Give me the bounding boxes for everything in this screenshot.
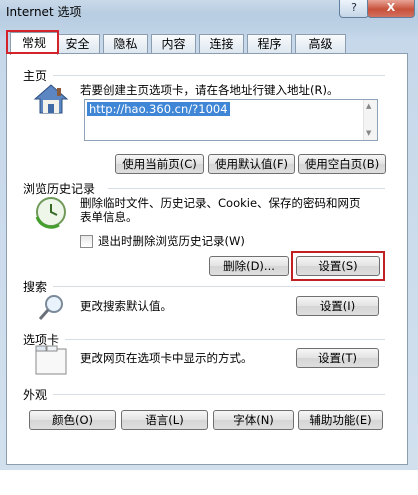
tab-connections[interactable]: 连接	[199, 34, 244, 53]
search-separator	[53, 286, 385, 287]
colors-button[interactable]: 颜色(O)	[29, 410, 116, 430]
history-separator	[108, 188, 385, 189]
tabs-separator	[65, 339, 385, 340]
settings-highlight-box	[291, 251, 385, 281]
fonts-button[interactable]: 字体(N)	[213, 410, 294, 430]
tab-highlight-box	[6, 30, 59, 54]
delete-on-exit-checkbox[interactable]	[80, 235, 93, 248]
homepage-description: 若要创建主页选项卡，请在各地址行键入地址(R)。	[80, 83, 339, 97]
history-clock-icon	[35, 197, 66, 229]
use-blank-button[interactable]: 使用空白页(B)	[298, 154, 386, 174]
scroll-up-icon[interactable]: ▲	[366, 102, 371, 110]
history-description-line2: 表单信息。	[80, 210, 138, 224]
search-settings-button[interactable]: 设置(I)	[296, 296, 379, 316]
tab-privacy[interactable]: 隐私	[103, 34, 148, 53]
tab-strip: 常规 安全 隐私 内容 连接 程序 高级	[6, 32, 410, 55]
appearance-separator	[53, 394, 385, 395]
homepage-url-value[interactable]: http://hao.360.cn/?1004	[87, 102, 230, 116]
tabs-settings-button[interactable]: 设置(T)	[296, 348, 379, 368]
magnifier-icon	[38, 295, 63, 320]
window-title: Internet 选项	[6, 5, 82, 19]
general-panel: 主页 若要创建主页选项卡，请在各地址行键入地址(R)。 http://hao.3…	[6, 53, 408, 465]
scroll-down-icon[interactable]: ▼	[366, 129, 371, 137]
history-description-line1: 删除临时文件、历史记录、Cookie、保存的密码和网页	[80, 196, 361, 210]
tabs-icon	[35, 345, 67, 375]
url-scrollbar[interactable]: ▲ ▼	[363, 100, 377, 140]
internet-options-window: Internet 选项 ? X 常规 安全 隐私 内容 连接 程序 高级 主页 …	[0, 0, 418, 470]
search-description: 更改搜索默认值。	[80, 299, 172, 313]
tab-security[interactable]: 安全	[55, 34, 100, 53]
homepage-title: 主页	[23, 69, 48, 83]
close-button[interactable]: X	[367, 0, 415, 18]
tab-advanced[interactable]: 高级	[295, 34, 346, 53]
bottom-background	[0, 470, 418, 495]
tab-programs[interactable]: 程序	[247, 34, 292, 53]
languages-button[interactable]: 语言(L)	[121, 410, 208, 430]
tab-content[interactable]: 内容	[151, 34, 196, 53]
house-icon	[33, 84, 69, 114]
use-current-page-button[interactable]: 使用当前页(C)	[115, 154, 204, 174]
accessibility-button[interactable]: 辅助功能(E)	[298, 410, 383, 430]
delete-on-exit-label[interactable]: 退出时删除浏览历史记录(W)	[98, 234, 245, 248]
delete-history-button[interactable]: 删除(D)...	[209, 256, 289, 276]
use-default-button[interactable]: 使用默认值(F)	[208, 154, 295, 174]
appearance-title: 外观	[23, 388, 48, 402]
help-button[interactable]: ?	[339, 0, 369, 18]
title-bar[interactable]: Internet 选项 ? X	[0, 0, 418, 24]
homepage-separator	[53, 75, 385, 76]
tabs-description: 更改网页在选项卡中显示的方式。	[80, 351, 253, 365]
homepage-url-field[interactable]: http://hao.360.cn/?1004 ▲ ▼	[84, 99, 378, 141]
